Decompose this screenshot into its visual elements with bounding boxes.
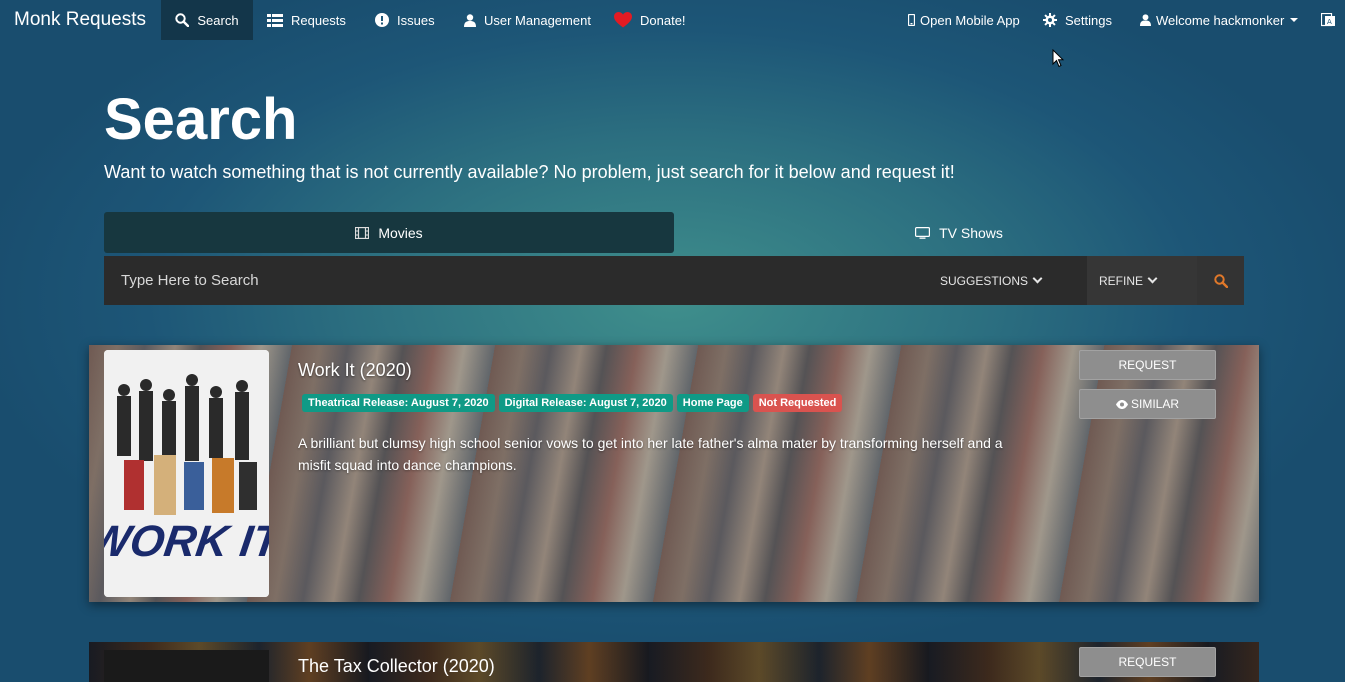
result-overview: A brilliant but clumsy high school senio…	[298, 435, 1003, 473]
list-icon	[267, 13, 283, 27]
nav-requests[interactable]: Requests	[267, 0, 346, 40]
poster-title-text: WORK IT	[104, 517, 269, 566]
result-card: WORK IT Work It (2020) Theatrical Releas…	[89, 345, 1259, 602]
nav-user-management-label: User Management	[484, 12, 591, 28]
nav-donate[interactable]: Donate!	[614, 0, 686, 40]
nav-requests-label: Requests	[291, 12, 346, 28]
nav-welcome-label: Welcome hackmonker	[1156, 12, 1285, 28]
tab-movies[interactable]: Movies	[104, 212, 674, 253]
nav-search[interactable]: Search	[161, 0, 253, 40]
movie-poster[interactable]: WORK IT	[104, 350, 269, 597]
search-icon	[175, 13, 190, 27]
status-badge: Not Requested	[752, 394, 843, 412]
top-navbar: Monk Requests Search Requests Issues Use…	[0, 0, 1345, 40]
search-bar: SUGGESTIONS REFINE	[104, 256, 1244, 305]
chevron-down-icon	[1032, 273, 1043, 284]
tab-movies-label: Movies	[378, 224, 423, 241]
tab-tv-shows-label: TV Shows	[939, 224, 1003, 241]
page-subtitle: Want to watch something that is not curr…	[104, 162, 955, 182]
tv-icon	[915, 226, 931, 239]
nav-user-menu[interactable]: Welcome hackmonker	[1140, 0, 1299, 40]
nav-issues-label: Issues	[397, 12, 435, 28]
request-button[interactable]: REQUEST	[1079, 350, 1216, 380]
chevron-down-icon	[1290, 18, 1299, 22]
exclamation-circle-icon	[375, 13, 389, 27]
nav-open-mobile-app[interactable]: Open Mobile App	[908, 0, 1020, 40]
refine-label: REFINE	[1099, 273, 1144, 288]
heart-icon	[614, 12, 632, 28]
request-button-label: REQUEST	[1118, 655, 1177, 669]
nav-search-label: Search	[197, 12, 239, 28]
theatrical-release-badge: Theatrical Release: August 7, 2020	[302, 394, 495, 412]
nav-settings-label: Settings	[1065, 12, 1112, 28]
nav-donate-label: Donate!	[640, 12, 686, 28]
suggestions-label: SUGGESTIONS	[940, 273, 1029, 288]
search-button[interactable]	[1197, 256, 1244, 305]
digital-release-badge: Digital Release: August 7, 2020	[498, 394, 673, 412]
user-icon	[1140, 14, 1151, 26]
similar-button-label: SIMILAR	[1130, 397, 1179, 411]
result-title[interactable]: Work It (2020)	[298, 360, 412, 381]
mobile-icon	[908, 14, 915, 26]
mouse-cursor-icon	[1052, 49, 1064, 68]
suggestions-dropdown[interactable]: SUGGESTIONS	[940, 256, 1043, 305]
nav-mobile-label: Open Mobile App	[920, 12, 1020, 28]
brand-logo[interactable]: Monk Requests	[14, 9, 146, 31]
request-button[interactable]: REQUEST	[1079, 647, 1216, 677]
nav-settings[interactable]: Settings	[1043, 0, 1112, 40]
nav-language-menu[interactable]: A	[1321, 0, 1345, 40]
svg-text:A: A	[1327, 18, 1332, 26]
nav-issues[interactable]: Issues	[375, 0, 435, 40]
request-button-label: REQUEST	[1118, 358, 1177, 372]
eye-icon	[1115, 399, 1128, 409]
tab-tv-shows[interactable]: TV Shows	[674, 212, 1244, 253]
refine-dropdown[interactable]: REFINE	[1087, 256, 1197, 305]
search-icon	[1213, 273, 1228, 288]
search-input[interactable]	[104, 256, 924, 305]
gear-icon	[1043, 13, 1057, 27]
language-icon: A	[1321, 13, 1335, 27]
movie-poster[interactable]	[104, 650, 269, 682]
result-title[interactable]: The Tax Collector (2020)	[298, 656, 495, 677]
chevron-down-icon	[1147, 273, 1158, 284]
home-page-badge[interactable]: Home Page	[676, 394, 749, 412]
nav-user-management[interactable]: User Management	[464, 0, 591, 40]
poster-image: WORK IT	[104, 350, 269, 597]
result-card: The Tax Collector (2020) REQUEST	[89, 642, 1259, 682]
similar-button[interactable]: SIMILAR	[1079, 389, 1216, 419]
page-title: Search	[104, 87, 298, 152]
user-icon	[464, 13, 476, 27]
film-icon	[355, 226, 370, 239]
badge-row: Theatrical Release: August 7, 2020 Digit…	[302, 394, 843, 412]
